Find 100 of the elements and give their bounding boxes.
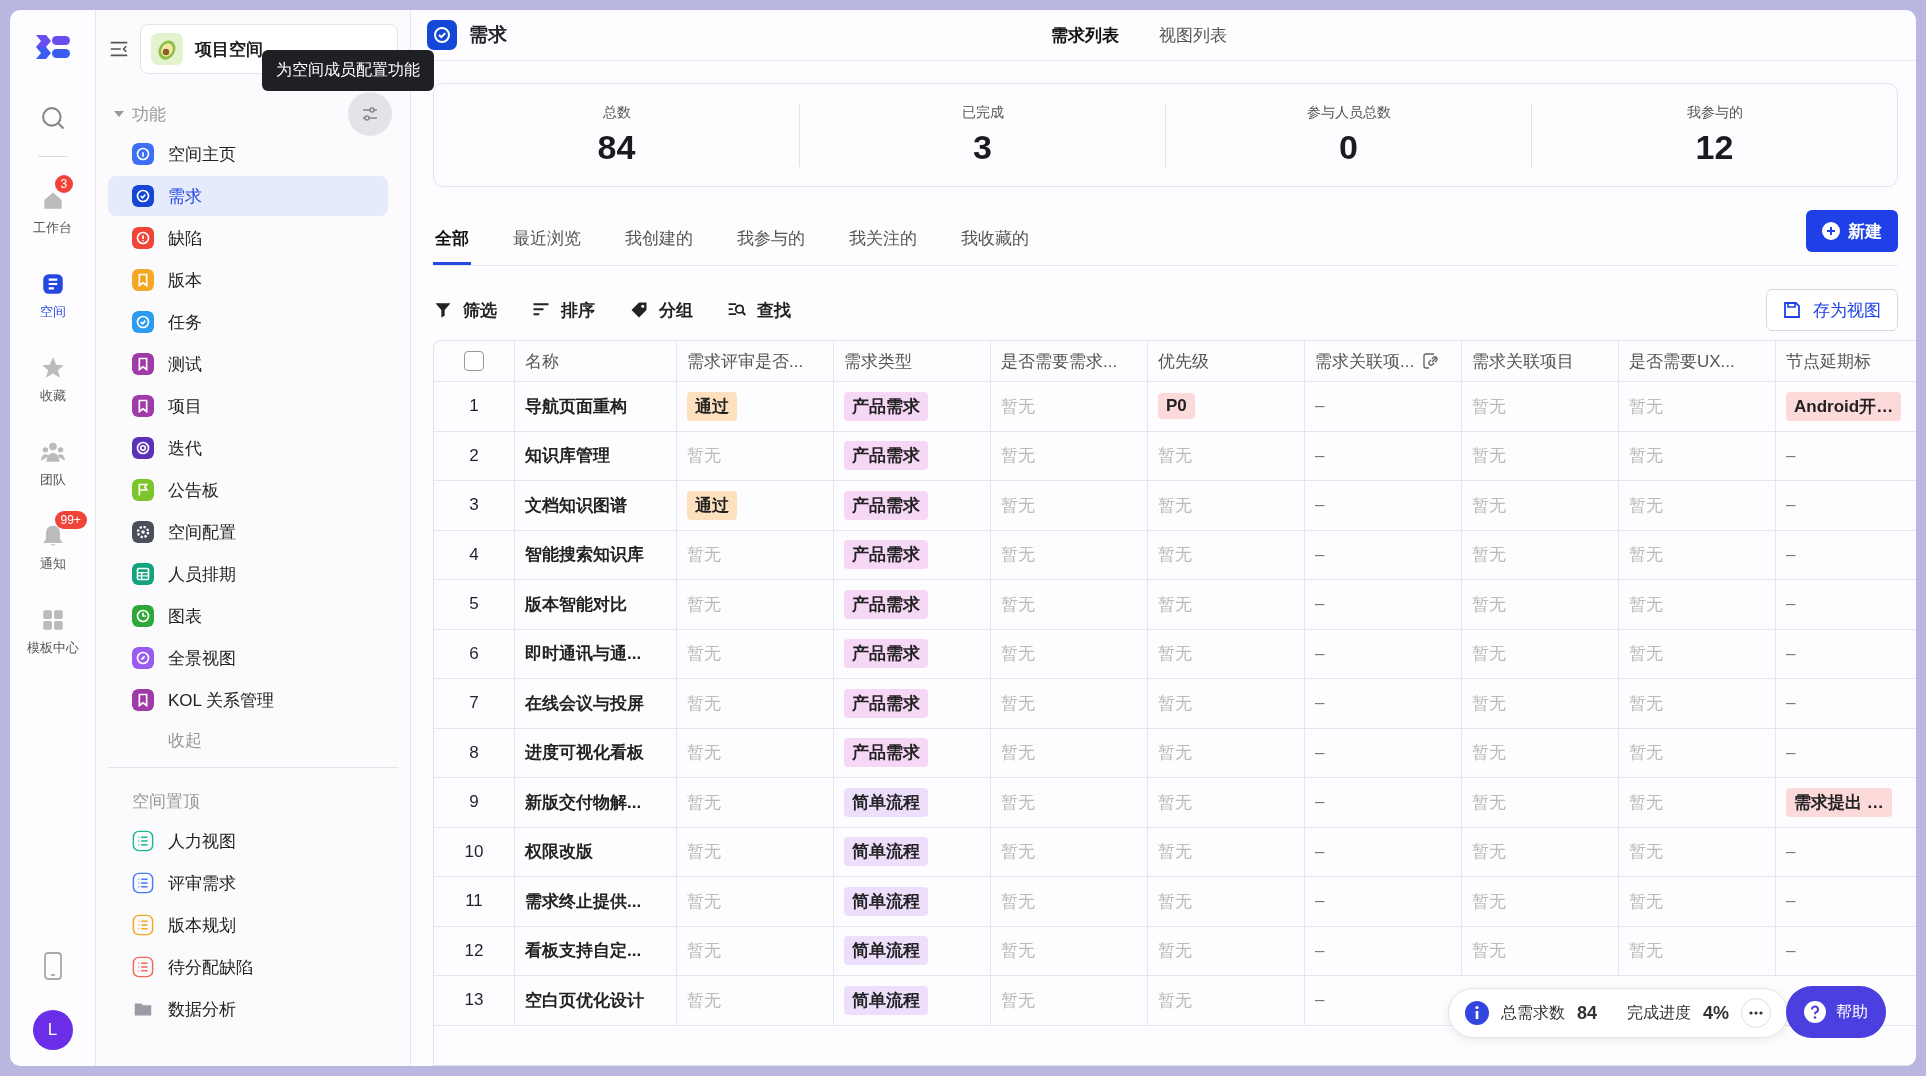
section-title: 空间置顶 (131, 791, 201, 813)
requirement-name[interactable]: 知识库管理 (525, 444, 610, 468)
toolbar-button[interactable]: 分组 (629, 298, 693, 322)
help-button[interactable]: 帮助 (1786, 986, 1886, 1038)
table-cell-text: 暂无 (1158, 494, 1192, 517)
row-number: 2 (469, 445, 479, 466)
rail-item[interactable]: 团队 (16, 427, 89, 489)
nav-item[interactable]: 评审需求 (108, 863, 388, 903)
tag: 通过 (687, 490, 737, 520)
column-header[interactable]: 需求关联项目 (1472, 349, 1574, 373)
filter-tab[interactable]: 最近浏览 (511, 215, 583, 265)
view-tab[interactable]: 需求列表 (1051, 23, 1119, 47)
nav-item[interactable]: 任务 (108, 302, 388, 342)
checkbox[interactable] (464, 351, 484, 371)
sliders-icon (360, 104, 380, 124)
logo-icon (33, 32, 72, 62)
new-button[interactable]: 新建 (1806, 210, 1898, 252)
tag: 产品需求 (844, 738, 928, 768)
nav-item[interactable]: 人员排期 (108, 554, 388, 594)
requirement-name[interactable]: 版本智能对比 (525, 592, 627, 616)
table-cell-text: 暂无 (1001, 692, 1035, 715)
rail-item[interactable]: 模板中心 (16, 595, 89, 657)
filter-icon (433, 300, 453, 320)
requirement-name[interactable]: 空白页优化设计 (525, 988, 644, 1012)
page-title: 需求 (469, 23, 507, 47)
nav-item[interactable]: 版本规划 (108, 905, 388, 945)
nav-item[interactable]: 数据分析 (108, 989, 388, 1029)
column-header[interactable]: 优先级 (1158, 349, 1209, 373)
nav-item[interactable]: 缺陷 (108, 218, 388, 258)
filter-tab[interactable]: 我参与的 (735, 215, 807, 265)
table-cell-text: 暂无 (687, 890, 721, 913)
tag: 简单流程 (844, 837, 928, 867)
collapse-triangle-icon[interactable] (114, 109, 124, 119)
column-header[interactable]: 是否需要需求... (1001, 349, 1118, 373)
nav-item[interactable]: 测试 (108, 344, 388, 384)
requirement-name[interactable]: 需求终止提供... (525, 889, 642, 913)
toolbar-button[interactable]: 筛选 (433, 298, 497, 322)
column-header[interactable]: 节点延期标 (1786, 349, 1871, 373)
requirement-name[interactable]: 文档知识图谱 (525, 493, 627, 517)
table-cell-text: 暂无 (687, 989, 721, 1012)
rail-item[interactable]: 99+ 通知 (16, 511, 89, 573)
nav-item[interactable]: 公告板 (108, 470, 388, 510)
more-button[interactable] (1741, 998, 1771, 1028)
nav-item[interactable]: 空间主页 (108, 134, 388, 174)
requirement-name[interactable]: 即时通讯与通... (525, 642, 642, 666)
tag: 简单流程 (844, 886, 928, 916)
rail-item[interactable]: 3 工作台 (16, 175, 89, 237)
requirement-name[interactable]: 新版交付物解... (525, 790, 642, 814)
nav-item[interactable]: 迭代 (108, 428, 388, 468)
link-icon[interactable] (1422, 352, 1441, 370)
column-header[interactable]: 需求类型 (844, 349, 912, 373)
table-cell-text: 暂无 (1472, 841, 1506, 864)
phone-icon[interactable] (42, 952, 63, 980)
column-header[interactable]: 是否需要UX... (1629, 349, 1735, 373)
tag: 产品需求 (844, 589, 928, 619)
table-cell: – (1315, 396, 1325, 417)
table-cell-text: 暂无 (1629, 593, 1663, 616)
table-cell-text: 暂无 (1629, 841, 1663, 864)
table-cell-text: 暂无 (1158, 643, 1192, 666)
filter-tab[interactable]: 我关注的 (847, 215, 919, 265)
nav-item[interactable]: 全景视图 (108, 638, 388, 678)
column-header[interactable]: 需求评审是否... (687, 349, 804, 373)
requirement-name[interactable]: 权限改版 (525, 840, 593, 864)
nav-item[interactable]: 空间配置 (108, 512, 388, 552)
table-cell-text: 暂无 (1629, 494, 1663, 517)
requirement-name[interactable]: 导航页面重构 (525, 394, 627, 418)
configure-button[interactable] (348, 92, 392, 136)
requirement-name[interactable]: 进度可视化看板 (525, 741, 644, 765)
toolbar-button[interactable]: 查找 (727, 298, 791, 322)
requirement-name[interactable]: 看板支持自定... (525, 939, 642, 963)
rail-item[interactable]: 收藏 (16, 343, 89, 405)
plus-icon (1822, 222, 1840, 240)
table-cell-text: 暂无 (1001, 593, 1035, 616)
rail-item[interactable]: 空间 (16, 259, 89, 321)
nav-item[interactable]: 需求 (108, 176, 388, 216)
column-header[interactable]: 名称 (525, 349, 559, 373)
table-cell-text: 暂无 (1472, 395, 1506, 418)
section-title: 功能 (132, 103, 166, 126)
table-cell-text: 暂无 (1001, 643, 1035, 666)
filter-tab[interactable]: 我创建的 (623, 215, 695, 265)
table-cell: – (1786, 742, 1796, 763)
nav-item[interactable]: 待分配缺陷 (108, 947, 388, 987)
nav-item[interactable]: KOL 关系管理 (108, 680, 388, 720)
nav-item[interactable]: 图表 (108, 596, 388, 636)
table-cell-text: 暂无 (1629, 692, 1663, 715)
view-tab[interactable]: 视图列表 (1159, 23, 1227, 47)
user-avatar[interactable]: L (32, 1010, 73, 1050)
save-view-button[interactable]: 存为视图 (1766, 289, 1898, 331)
toolbar-button[interactable]: 排序 (531, 298, 595, 322)
row-number: 3 (469, 495, 479, 516)
nav-item[interactable]: 人力视图 (108, 821, 388, 861)
nav-item[interactable]: 项目 (108, 386, 388, 426)
requirement-name[interactable]: 智能搜索知识库 (525, 543, 644, 567)
column-header[interactable]: 需求关联项... (1315, 349, 1415, 373)
filter-tab[interactable]: 全部 (433, 215, 471, 265)
nav-item[interactable]: 版本 (108, 260, 388, 300)
filter-tab[interactable]: 我收藏的 (959, 215, 1031, 265)
tag: 产品需求 (844, 688, 928, 718)
requirement-name[interactable]: 在线会议与投屏 (525, 691, 644, 715)
tag: 产品需求 (844, 490, 928, 520)
